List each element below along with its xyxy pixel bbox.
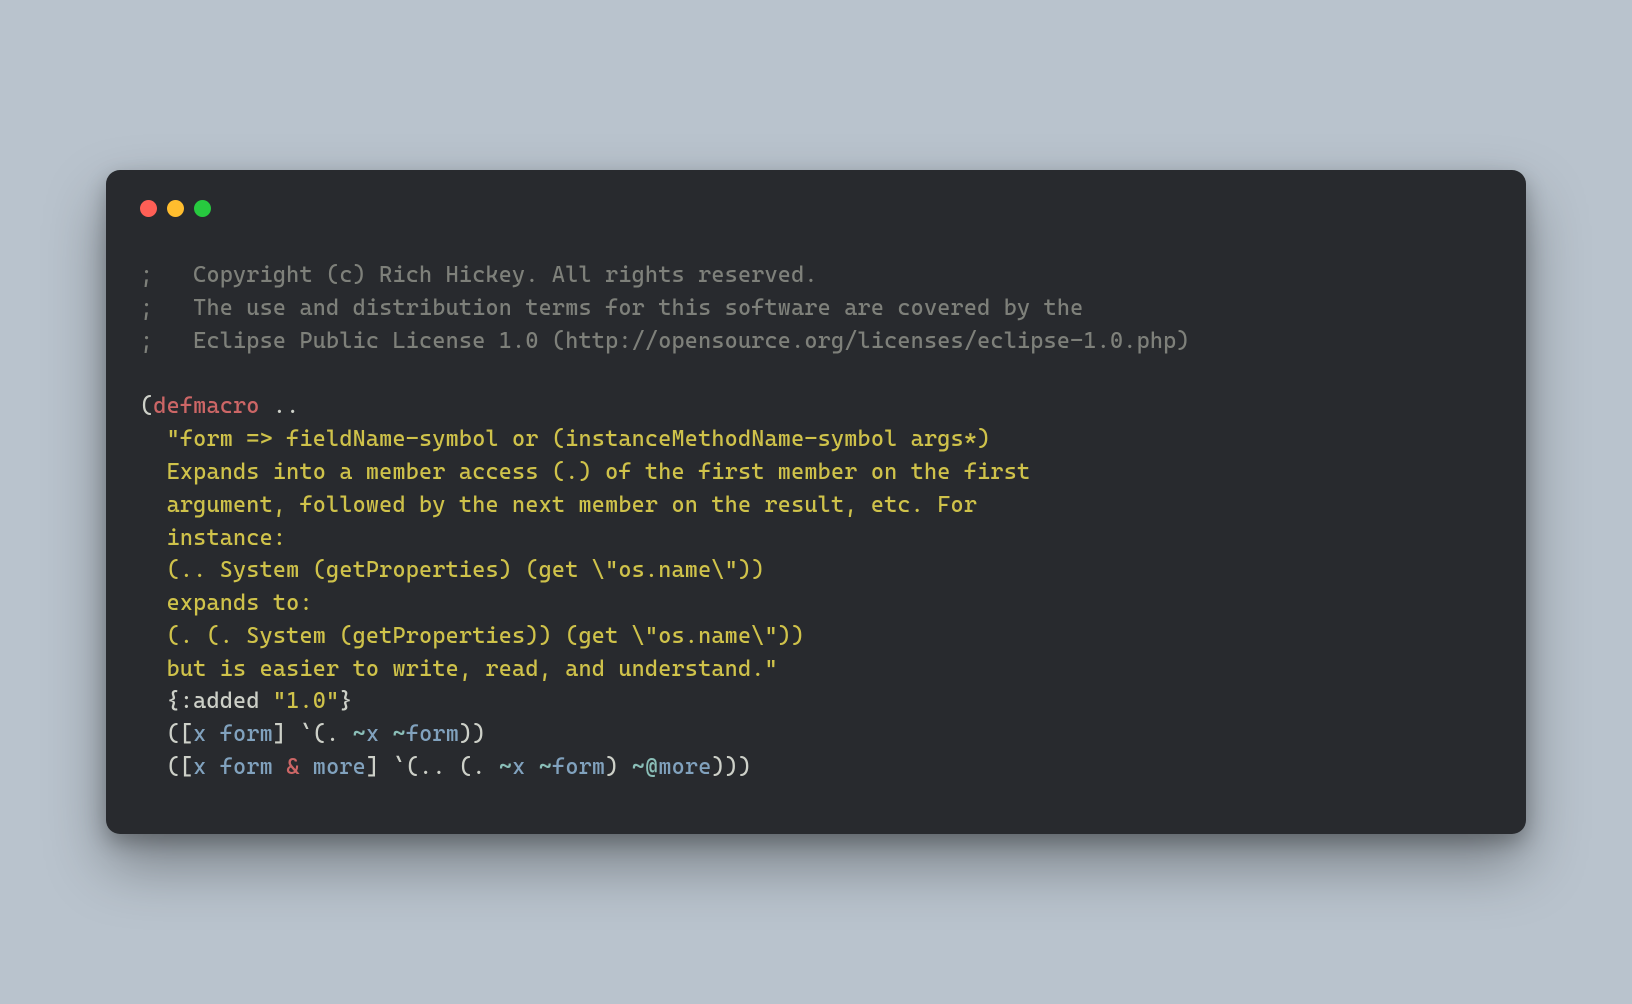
paren-close: ))) — [712, 754, 752, 780]
space — [206, 754, 219, 780]
space — [206, 721, 219, 747]
symbol-form: form — [552, 754, 605, 780]
symbol-more: more — [313, 754, 366, 780]
symbol-x: x — [512, 754, 525, 780]
minimize-icon[interactable] — [167, 200, 184, 217]
maximize-icon[interactable] — [194, 200, 211, 217]
unquote-op: ~ — [499, 754, 512, 780]
symbol-x: x — [193, 721, 206, 747]
docstring-line: Expands into a member access (.) of the … — [140, 459, 1030, 485]
docstring-line: instance: — [140, 525, 286, 551]
arity-open: ([ — [140, 754, 193, 780]
space — [300, 754, 313, 780]
arity-body: ] `(. — [273, 721, 353, 747]
arity-open: ([ — [140, 721, 193, 747]
keyword-defmacro: defmacro — [153, 393, 259, 419]
paren: ) — [605, 754, 632, 780]
symbol-form: form — [220, 721, 273, 747]
docstring-line: (.. System (getProperties) (get \"os.nam… — [140, 557, 765, 583]
docstring-line: "form => fieldName-symbol or (instanceMe… — [140, 426, 990, 452]
docstring-line: (. (. System (getProperties)) (get \"os.… — [140, 623, 804, 649]
space — [273, 754, 286, 780]
window-controls — [140, 200, 1492, 217]
unquote-op: ~ — [539, 754, 552, 780]
comment-line: ; Copyright (c) Rich Hickey. All rights … — [140, 262, 818, 288]
comment-line: ; The use and distribution terms for thi… — [140, 295, 1083, 321]
paren-close: )) — [459, 721, 486, 747]
symbol-x: x — [366, 721, 379, 747]
unquote-splice-op: ~@ — [632, 754, 659, 780]
space — [525, 754, 538, 780]
paren-open: ( — [140, 393, 153, 419]
unquote-op: ~ — [353, 721, 366, 747]
arity-body: ] `(.. (. — [366, 754, 499, 780]
meta-key: :added — [180, 688, 260, 714]
docstring-line: but is easier to write, read, and unders… — [140, 656, 778, 682]
symbol-more: more — [658, 754, 711, 780]
code-block: ; Copyright (c) Rich Hickey. All rights … — [140, 259, 1492, 783]
close-icon[interactable] — [140, 200, 157, 217]
space — [260, 688, 273, 714]
symbol-form: form — [220, 754, 273, 780]
meta-close: } — [339, 688, 352, 714]
ampersand: & — [286, 754, 299, 780]
comment-line: ; Eclipse Public License 1.0 (http://ope… — [140, 328, 1190, 354]
docstring-line: argument, followed by the next member on… — [140, 492, 977, 518]
space — [379, 721, 392, 747]
code-window: ; Copyright (c) Rich Hickey. All rights … — [106, 170, 1526, 833]
meta-open: { — [140, 688, 180, 714]
symbol-form: form — [406, 721, 459, 747]
meta-value: "1.0" — [273, 688, 339, 714]
docstring-line: expands to: — [140, 590, 313, 616]
symbol-x: x — [193, 754, 206, 780]
macro-name: .. — [260, 393, 300, 419]
unquote-op: ~ — [393, 721, 406, 747]
